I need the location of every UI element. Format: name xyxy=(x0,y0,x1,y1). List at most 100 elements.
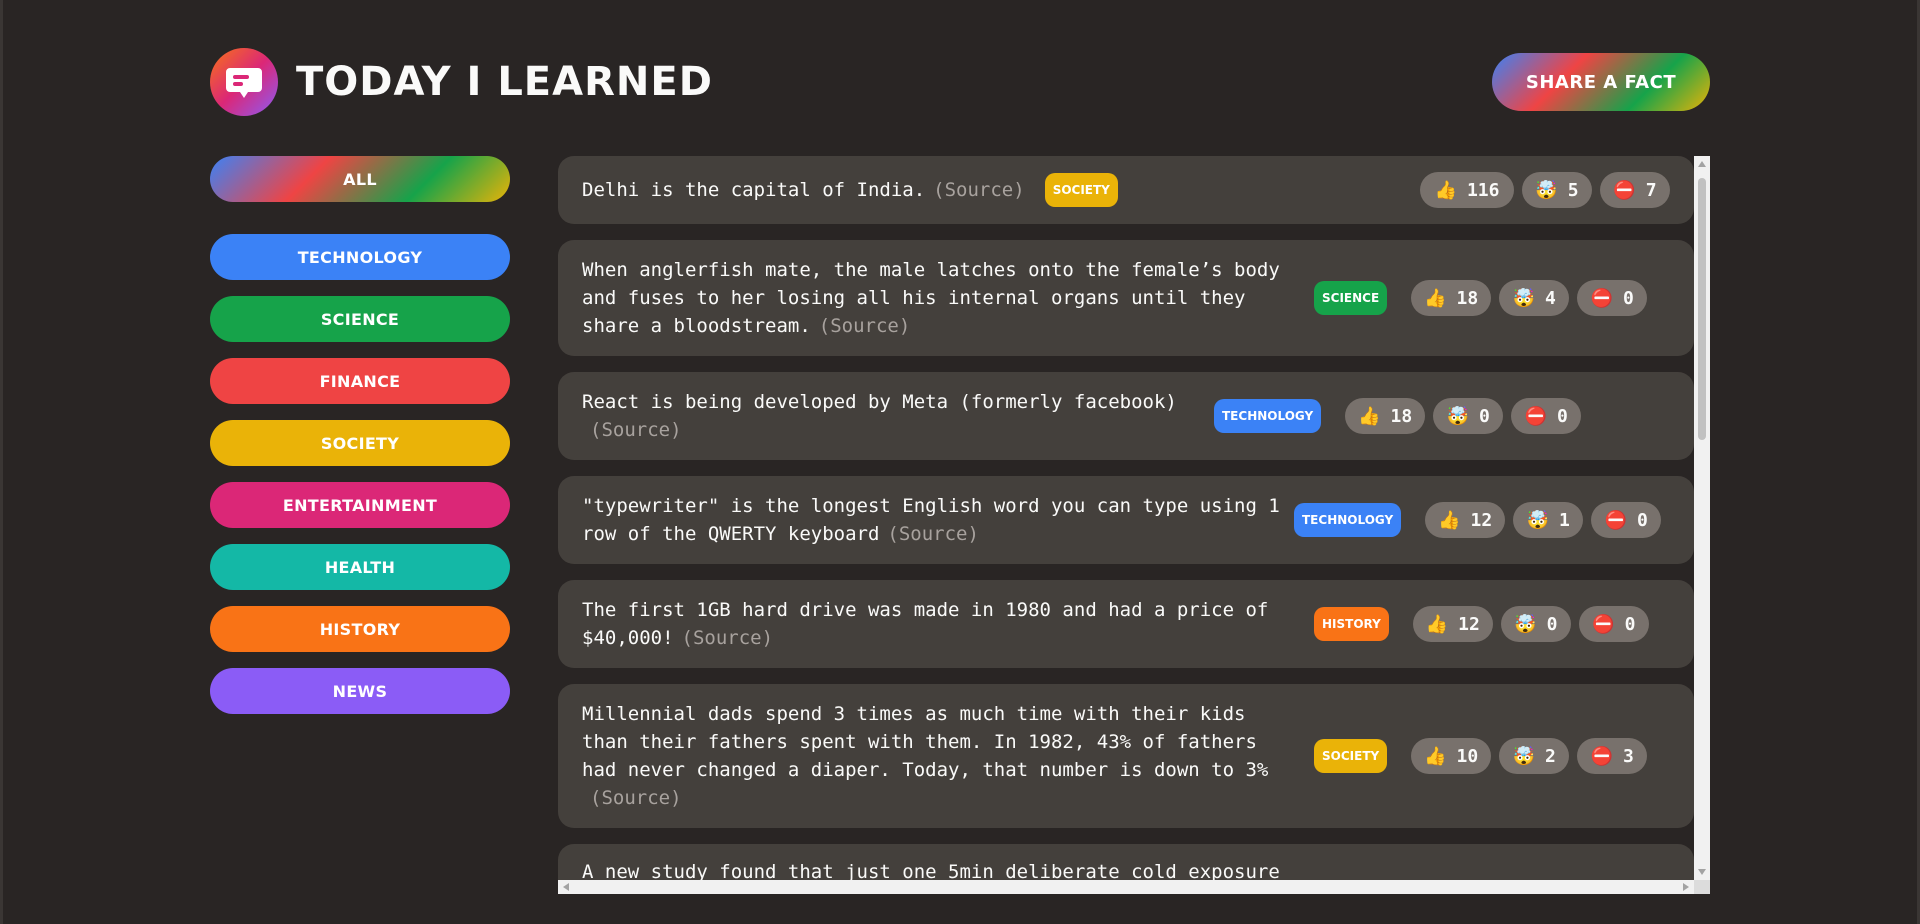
mindblowing-count: 0 xyxy=(1546,613,1558,635)
brand: Today I Learned xyxy=(210,48,713,116)
false-button[interactable]: ⛔ 0 xyxy=(1577,280,1648,316)
category-sidebar: All technology science finance society e… xyxy=(210,156,510,730)
fact-source-link[interactable]: (Source) xyxy=(933,179,1025,201)
no-entry-icon: ⛔ xyxy=(1592,613,1615,635)
fact-text-block: React is being developed by Meta (former… xyxy=(582,388,1202,444)
category-tag: society xyxy=(1314,739,1388,773)
category-science-button[interactable]: science xyxy=(210,296,510,342)
scrollbar-corner xyxy=(1694,880,1710,894)
mind-blown-icon: 🤯 xyxy=(1512,745,1535,767)
like-button[interactable]: 👍 18 xyxy=(1411,280,1492,316)
scroll-right-arrow-icon[interactable] xyxy=(1683,883,1689,891)
fact-item: The first 1GB hard drive was made in 198… xyxy=(558,580,1694,668)
false-button[interactable]: ⛔ 0 xyxy=(1511,398,1582,434)
fact-source-link[interactable]: (Source) xyxy=(590,419,682,441)
mind-blown-icon: 🤯 xyxy=(1526,509,1549,531)
fact-text-block: Millennial dads spend 3 times as much ti… xyxy=(582,700,1302,812)
mindblowing-button[interactable]: 🤯 0 xyxy=(1500,606,1571,642)
scroll-down-arrow-icon[interactable] xyxy=(1698,869,1706,875)
category-society-button[interactable]: society xyxy=(210,420,510,466)
category-history-button[interactable]: history xyxy=(210,606,510,652)
mind-blown-icon: 🤯 xyxy=(1512,287,1535,309)
fact-item: React is being developed by Meta (former… xyxy=(558,372,1694,460)
vertical-scrollbar[interactable] xyxy=(1694,156,1710,880)
fact-text: Delhi is the capital of India. xyxy=(582,179,926,201)
mind-blown-icon: 🤯 xyxy=(1535,179,1558,201)
mindblowing-button[interactable]: 🤯 1 xyxy=(1513,502,1584,538)
category-all-button[interactable]: All xyxy=(210,156,510,202)
fact-text-block: Delhi is the capital of India. (Source) so… xyxy=(582,173,1420,207)
facts-scroll-area[interactable]: Delhi is the capital of India. (Source) so… xyxy=(558,156,1694,880)
facts-list: Delhi is the capital of India. (Source) so… xyxy=(558,156,1710,894)
false-button[interactable]: ⛔ 0 xyxy=(1591,502,1662,538)
vote-buttons: 👍 12 🤯 1 ⛔ 0 xyxy=(1425,502,1662,538)
false-button[interactable]: ⛔ 0 xyxy=(1578,606,1649,642)
category-tag: society xyxy=(1044,173,1118,207)
fact-item: "typewriter" is the longest English word… xyxy=(558,476,1694,564)
category-tag: technology xyxy=(1294,503,1402,537)
category-tag: technology xyxy=(1214,399,1322,433)
scrollbar-thumb[interactable] xyxy=(1698,178,1706,440)
fact-source-link[interactable]: (Source) xyxy=(819,315,911,337)
vote-buttons: 👍 10 🤯 2 ⛔ 3 xyxy=(1411,738,1648,774)
no-entry-icon: ⛔ xyxy=(1604,509,1627,531)
mindblowing-button[interactable]: 🤯 0 xyxy=(1433,398,1504,434)
window-border-left xyxy=(0,0,3,924)
false-button[interactable]: ⛔ 3 xyxy=(1577,738,1648,774)
false-count: 0 xyxy=(1622,287,1634,309)
like-count: 12 xyxy=(1458,613,1480,635)
fact-text-block: A new study found that just one 5min del… xyxy=(582,858,1670,880)
thumbs-up-icon: 👍 xyxy=(1425,613,1449,635)
fact-source-link[interactable]: (Source) xyxy=(590,787,682,809)
category-technology-button[interactable]: technology xyxy=(210,234,510,280)
like-button[interactable]: 👍 10 xyxy=(1411,738,1492,774)
thumbs-up-icon: 👍 xyxy=(1434,179,1457,201)
false-count: 0 xyxy=(1624,613,1636,635)
page-header: Today I Learned Share a fact xyxy=(210,48,1710,116)
category-health-button[interactable]: health xyxy=(210,544,510,590)
thumbs-up-icon: 👍 xyxy=(1438,509,1461,531)
mindblowing-button[interactable]: 🤯 2 xyxy=(1499,738,1570,774)
fact-text-block: When anglerfish mate, the male latches o… xyxy=(582,256,1302,340)
mindblowing-button[interactable]: 🤯 4 xyxy=(1499,280,1570,316)
false-button[interactable]: ⛔ 7 xyxy=(1600,172,1670,208)
mindblowing-button[interactable]: 🤯 5 xyxy=(1522,172,1592,208)
mindblowing-count: 1 xyxy=(1558,509,1570,531)
scroll-left-arrow-icon[interactable] xyxy=(563,883,569,891)
fact-text: A new study found that just one 5min del… xyxy=(582,861,1280,880)
like-count: 12 xyxy=(1470,509,1493,531)
horizontal-scrollbar[interactable] xyxy=(558,880,1694,894)
fact-item: Delhi is the capital of India. (Source) so… xyxy=(558,156,1694,224)
like-button[interactable]: 👍 12 xyxy=(1425,502,1506,538)
mindblowing-count: 2 xyxy=(1544,745,1556,767)
mindblowing-count: 4 xyxy=(1544,287,1556,309)
like-count: 116 xyxy=(1466,179,1500,201)
fact-text: React is being developed by Meta (former… xyxy=(582,391,1177,413)
share-fact-button[interactable]: Share a fact xyxy=(1492,53,1710,111)
like-count: 10 xyxy=(1456,745,1479,767)
fact-source-link[interactable]: (Source) xyxy=(887,523,979,545)
like-button[interactable]: 👍 12 xyxy=(1412,606,1493,642)
fact-item: A new study found that just one 5min del… xyxy=(558,844,1694,880)
no-entry-icon: ⛔ xyxy=(1613,179,1636,201)
vote-buttons: 👍 116 🤯 5 ⛔ 7 xyxy=(1420,172,1670,208)
vote-buttons: 👍 18 🤯 4 ⛔ 0 xyxy=(1411,280,1648,316)
like-button[interactable]: 👍 18 xyxy=(1345,398,1426,434)
false-count: 3 xyxy=(1622,745,1634,767)
category-finance-button[interactable]: finance xyxy=(210,358,510,404)
fact-text: When anglerfish mate, the male latches o… xyxy=(582,259,1280,337)
like-button[interactable]: 👍 116 xyxy=(1420,172,1514,208)
category-tag: science xyxy=(1314,281,1388,315)
mindblowing-count: 5 xyxy=(1567,179,1579,201)
category-tag: history xyxy=(1314,607,1389,641)
thumbs-up-icon: 👍 xyxy=(1424,287,1447,309)
scroll-up-arrow-icon[interactable] xyxy=(1698,161,1706,167)
false-count: 0 xyxy=(1636,509,1648,531)
fact-source-link[interactable]: (Source) xyxy=(682,627,774,649)
no-entry-icon: ⛔ xyxy=(1590,287,1613,309)
category-entertainment-button[interactable]: entertainment xyxy=(210,482,510,528)
like-count: 18 xyxy=(1390,405,1413,427)
fact-item: When anglerfish mate, the male latches o… xyxy=(558,240,1694,356)
category-news-button[interactable]: news xyxy=(210,668,510,714)
thumbs-up-icon: 👍 xyxy=(1358,405,1381,427)
